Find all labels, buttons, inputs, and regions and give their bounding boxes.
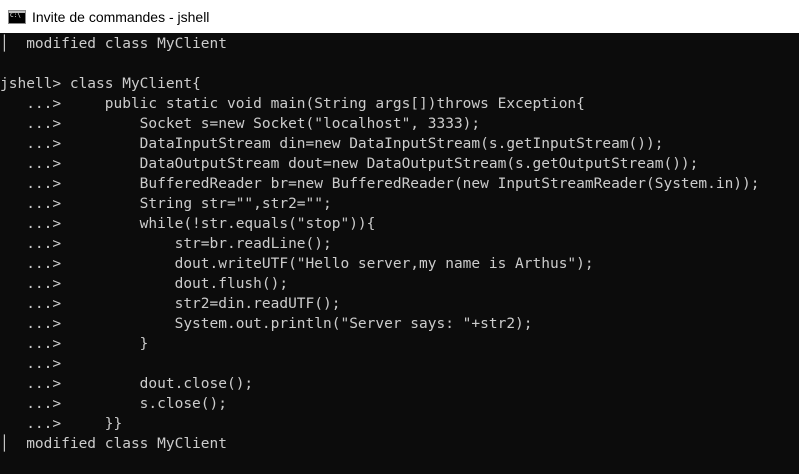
console-line: ...> s.close(); bbox=[0, 396, 227, 412]
console-line: ...> System.out.println("Server says: "+… bbox=[0, 316, 533, 332]
console-line: ...> bbox=[0, 356, 62, 372]
console-line: ...> DataInputStream din=new DataInputSt… bbox=[0, 136, 664, 152]
window-title: Invite de commandes - jshell bbox=[32, 8, 210, 25]
console-line: ...> str=br.readLine(); bbox=[0, 236, 332, 252]
console-line: ...> }} bbox=[0, 416, 123, 432]
title-bar[interactable]: Invite de commandes - jshell bbox=[0, 0, 799, 33]
console-line: ...> while(!str.equals("stop")){ bbox=[0, 216, 376, 232]
console-line: ...> str2=din.readUTF(); bbox=[0, 296, 341, 312]
console-line: ...> dout.close(); bbox=[0, 376, 254, 392]
console-line: ...> Socket s=new Socket("localhost", 33… bbox=[0, 116, 481, 132]
console-line: ...> BufferedReader br=new BufferedReade… bbox=[0, 176, 760, 192]
console-line: jshell> class MyClient{ bbox=[0, 76, 201, 92]
command-prompt-window: Invite de commandes - jshell │ modified … bbox=[0, 0, 799, 474]
command-prompt-icon[interactable] bbox=[8, 9, 26, 24]
console-line: ...> public static void main(String args… bbox=[0, 96, 585, 112]
console-line: │ modified class MyClient bbox=[0, 436, 227, 452]
console-line: │ modified class MyClient bbox=[0, 36, 227, 52]
console-line: ...> DataOutputStream dout=new DataOutpu… bbox=[0, 156, 699, 172]
console-line: ...> dout.writeUTF("Hello server,my name… bbox=[0, 256, 594, 272]
console-line: ...> dout.flush(); bbox=[0, 276, 289, 292]
console-line: ...> } bbox=[0, 336, 149, 352]
console-line: ...> String str="",str2=""; bbox=[0, 196, 332, 212]
console-output[interactable]: │ modified class MyClient jshell> class … bbox=[0, 34, 799, 474]
